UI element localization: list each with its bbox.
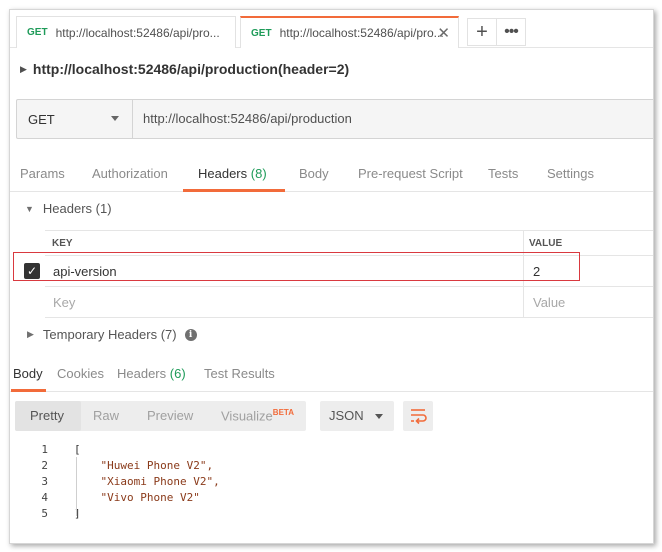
code-line: 4 "Vivo Phone V2"	[10, 490, 653, 506]
new-tab-button[interactable]: +	[467, 18, 497, 46]
caret-down-icon: ▼	[25, 203, 34, 214]
format-label: JSON	[329, 408, 364, 423]
new-key-input[interactable]: Key	[53, 295, 75, 310]
line-number: 4	[41, 491, 48, 504]
chevron-down-icon	[375, 414, 383, 419]
value-column-header: VALUE	[529, 238, 563, 249]
chevron-down-icon	[111, 116, 119, 121]
line-number: 5	[41, 507, 48, 520]
postman-window: GET http://localhost:52486/api/pro... GE…	[9, 9, 654, 544]
request-tab-bar: GET http://localhost:52486/api/pro... GE…	[10, 10, 653, 48]
tab-method: GET	[27, 27, 48, 38]
code-text: ]	[74, 507, 81, 520]
table-row-empty: Key Value	[45, 287, 653, 318]
mode-visualize[interactable]: VisualizeBETA	[221, 408, 294, 423]
view-mode-bar: Pretty Raw Preview VisualizeBETA	[15, 401, 306, 431]
temporary-headers-toggle[interactable]: ▶ Temporary Headers (7) i	[27, 327, 197, 342]
code-line: 2 "Huwei Phone V2",	[10, 458, 653, 474]
more-icon[interactable]: •••	[496, 18, 526, 46]
beta-badge: BETA	[272, 408, 294, 417]
url-bar: GET http://localhost:52486/api/productio…	[16, 99, 653, 139]
temporary-headers-title: Temporary Headers (7)	[42, 327, 177, 342]
column-divider	[523, 287, 524, 317]
highlight-box	[13, 252, 580, 281]
tab-response-body[interactable]: Body	[13, 366, 43, 381]
tab-headers-label: Headers	[198, 166, 248, 181]
code-text: "Xiaomi Phone V2",	[74, 475, 220, 488]
code-text: "Vivo Phone V2"	[74, 491, 200, 504]
caret-right-icon: ▶	[20, 63, 27, 74]
response-body[interactable]: 1 [ 2 "Huwei Phone V2", 3 "Xiaomi Phone …	[10, 442, 653, 522]
method-label: GET	[28, 111, 55, 127]
tab-prerequest-script[interactable]: Pre-request Script	[358, 166, 463, 181]
tab-body[interactable]: Body	[299, 166, 329, 181]
mode-raw[interactable]: Raw	[93, 408, 119, 423]
wrap-lines-button[interactable]	[403, 401, 433, 431]
tab-authorization[interactable]: Authorization	[92, 166, 168, 181]
line-number: 1	[41, 443, 48, 456]
new-value-input[interactable]: Value	[533, 295, 565, 310]
request-subtabs: Params Authorization Headers (8) Body Pr…	[10, 158, 653, 192]
indent-guide	[76, 457, 77, 516]
active-tab-indicator	[183, 189, 285, 192]
caret-right-icon: ▶	[27, 329, 34, 339]
code-text: [	[74, 443, 81, 456]
tab-method: GET	[251, 27, 272, 39]
request-tab-active[interactable]: GET http://localhost:52486/api/pro... ✕	[240, 16, 459, 48]
code-line: 1 [	[10, 442, 653, 458]
tab-test-results[interactable]: Test Results	[204, 366, 275, 381]
code-line: 3 "Xiaomi Phone V2",	[10, 474, 653, 490]
request-name[interactable]: ▶ http://localhost:52486/api/production(…	[20, 61, 349, 77]
close-icon[interactable]: ✕	[437, 24, 450, 42]
info-icon[interactable]: i	[184, 328, 197, 341]
mode-preview[interactable]: Preview	[147, 408, 193, 423]
response-tabs: Body Cookies Headers (6) Test Results	[10, 362, 653, 392]
request-title: http://localhost:52486/api/production(he…	[32, 61, 350, 77]
wrap-lines-icon	[411, 409, 427, 425]
request-tab[interactable]: GET http://localhost:52486/api/pro...	[16, 16, 236, 48]
active-tab-indicator	[11, 389, 46, 392]
mode-pretty[interactable]: Pretty	[30, 408, 64, 423]
tab-url: http://localhost:52486/api/pro...	[55, 25, 220, 40]
url-input[interactable]: http://localhost:52486/api/production	[143, 111, 352, 126]
tab-params[interactable]: Params	[20, 166, 65, 181]
tab-url: http://localhost:52486/api/pro...	[279, 26, 444, 40]
tab-headers[interactable]: Headers (8)	[198, 166, 267, 181]
headers-section-toggle[interactable]: ▼ Headers (1)	[25, 201, 112, 216]
format-select[interactable]: JSON	[320, 401, 394, 431]
tab-response-headers[interactable]: Headers (6)	[117, 366, 186, 381]
code-text: "Huwei Phone V2",	[74, 459, 214, 472]
code-line: 5 ]	[10, 506, 653, 522]
tab-cookies[interactable]: Cookies	[57, 366, 104, 381]
tab-settings[interactable]: Settings	[547, 166, 594, 181]
tab-tests[interactable]: Tests	[488, 166, 518, 181]
headers-section-title: Headers (1)	[42, 201, 112, 216]
line-number: 2	[41, 459, 48, 472]
method-select[interactable]: GET	[17, 100, 133, 138]
tab-response-headers-label: Headers	[117, 366, 167, 381]
tab-response-headers-count: (6)	[169, 366, 186, 381]
tab-headers-count: (8)	[250, 166, 267, 181]
key-column-header: KEY	[52, 238, 73, 249]
mode-visualize-label: Visualize	[221, 408, 273, 424]
line-number: 3	[41, 475, 48, 488]
